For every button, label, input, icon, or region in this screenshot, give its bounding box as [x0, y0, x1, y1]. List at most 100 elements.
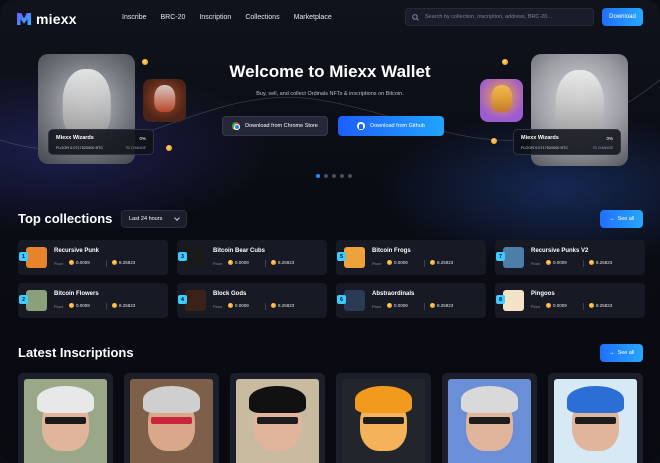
- collection-name: Recursive Punk: [54, 248, 100, 254]
- carousel-dot[interactable]: [348, 174, 352, 178]
- collection-card[interactable]: 7 Recursive Punks V2 Floor 0.0009 8.25823: [495, 240, 645, 275]
- inscription-card[interactable]: [548, 373, 643, 463]
- collection-rank-badge: 4: [178, 295, 187, 304]
- character-hair: [355, 386, 412, 414]
- hero-title: Welcome to Miexx Wallet: [229, 62, 431, 81]
- inscription-card[interactable]: [230, 373, 325, 463]
- collection-name: Abstraordinals: [372, 291, 415, 297]
- divider: [583, 303, 584, 310]
- collection-card[interactable]: 5 Bitcoin Frogs Floor 0.0009 8.25823: [336, 240, 486, 275]
- bitcoin-coin-icon: [271, 303, 276, 308]
- collection-name: Bitcoin Flowers: [54, 291, 99, 297]
- top-collections-title: Top collections: [18, 211, 113, 226]
- bitcoin-coin-icon: [112, 303, 117, 308]
- collection-name: Recursive Punks V2: [531, 248, 589, 254]
- bitcoin-coin-icon: [69, 303, 74, 308]
- inscription-image: [554, 379, 637, 463]
- floor-value: 0.0009: [228, 260, 249, 265]
- floor-label: Floor: [531, 261, 541, 266]
- collection-rank-badge: 5: [337, 252, 346, 261]
- collection-name: Bitcoin Bear Cubs: [213, 248, 266, 254]
- collection-thumbnail: [26, 290, 47, 311]
- latest-inscriptions-see-all-button[interactable]: → See all: [600, 344, 643, 362]
- bitcoin-coin-icon: [546, 303, 551, 308]
- inscription-image: [130, 379, 213, 463]
- collection-card[interactable]: 8 Pingoos Floor 0.0009 8.25823: [495, 283, 645, 318]
- inscription-card[interactable]: [336, 373, 431, 463]
- collection-thumbnail: [503, 290, 524, 311]
- collection-rank-badge: 2: [19, 295, 28, 304]
- bitcoin-coin-icon: [589, 260, 594, 265]
- collection-card[interactable]: 1 Recursive Punk Floor 0.0009 8.25823: [18, 240, 168, 275]
- collection-card[interactable]: 3 Bitcoin Bear Cubs Floor 0.0009 8.25823: [177, 240, 327, 275]
- collection-thumbnail: [503, 247, 524, 268]
- page: miexx Inscribe BRC-20 Inscription Collec…: [0, 0, 660, 463]
- inscription-card[interactable]: [442, 373, 537, 463]
- bitcoin-coin-icon: [69, 260, 74, 265]
- floor-value: 0.0009: [69, 303, 90, 308]
- floor-label: Floor: [54, 261, 64, 266]
- collection-rank-badge: 6: [337, 295, 346, 304]
- floor-label: Floor: [54, 304, 64, 309]
- collection-rank-badge: 3: [178, 252, 187, 261]
- github-icon: [357, 122, 366, 130]
- carousel-dot[interactable]: [340, 174, 344, 178]
- collection-card[interactable]: 4 Block Gods Floor 0.0009 8.25823: [177, 283, 327, 318]
- collection-card[interactable]: 2 Bitcoin Flowers Floor 0.0009 8.25823: [18, 283, 168, 318]
- collection-thumbnail: [26, 247, 47, 268]
- inscription-image: [448, 379, 531, 463]
- bitcoin-coin-icon: [387, 303, 392, 308]
- volume-value: 8.25823: [271, 260, 294, 265]
- bitcoin-coin-icon: [228, 260, 233, 265]
- collection-change: 0%: [139, 136, 146, 141]
- volume-value: 8.25823: [112, 303, 135, 308]
- floor-value: 0.0009: [228, 303, 249, 308]
- collection-change-label: 7D CHANGE: [125, 146, 146, 150]
- top-collections-see-all-button[interactable]: → See all: [600, 210, 643, 228]
- arrow-right-icon: →: [608, 216, 615, 222]
- chrome-store-button[interactable]: Download from Chrome Store: [222, 116, 328, 136]
- divider: [106, 303, 107, 310]
- hero-nft-small-left[interactable]: [143, 79, 186, 122]
- bitcoin-coin-icon: [112, 260, 117, 265]
- carousel-dot[interactable]: [324, 174, 328, 178]
- divider: [583, 260, 584, 267]
- collection-thumbnail: [344, 247, 365, 268]
- floor-value: 0.0009: [69, 260, 90, 265]
- collection-rank-badge: 1: [19, 252, 28, 261]
- floor-label: Floor: [372, 261, 382, 266]
- inscription-card[interactable]: [18, 373, 113, 463]
- divider: [265, 303, 266, 310]
- latest-inscriptions-title: Latest Inscriptions: [18, 345, 134, 360]
- divider: [265, 260, 266, 267]
- arrow-right-icon: →: [608, 350, 615, 356]
- collection-name: Miexx Wizards: [56, 135, 94, 141]
- github-download-button[interactable]: Download from Github: [338, 116, 444, 136]
- bitcoin-coin-icon: [228, 303, 233, 308]
- bitcoin-coin-icon: [166, 145, 172, 151]
- character-glasses: [362, 416, 405, 424]
- collection-card[interactable]: 6 Abstraordinals Floor 0.0009 8.25823: [336, 283, 486, 318]
- inscription-image: [342, 379, 425, 463]
- hero-subtitle: Buy, sell, and collect Ordinals NFTs & i…: [256, 91, 404, 97]
- character-hair: [37, 386, 94, 414]
- chrome-icon: [232, 122, 241, 130]
- bitcoin-coin-icon: [430, 260, 435, 265]
- character-hair: [249, 386, 306, 414]
- divider: [106, 260, 107, 267]
- volume-value: 8.25823: [589, 260, 612, 265]
- carousel-dot[interactable]: [316, 174, 320, 178]
- hero-collection-card-right[interactable]: Miexx Wizards 0% FLOOR 0.0717520000 BTC …: [513, 129, 621, 155]
- floor-label: Floor: [213, 261, 223, 266]
- inscription-card[interactable]: [124, 373, 219, 463]
- collection-thumbnail: [185, 247, 206, 268]
- collection-name: Miexx Wizards: [521, 135, 559, 141]
- floor-label: Floor: [372, 304, 382, 309]
- character-glasses: [574, 416, 617, 424]
- see-all-label: See all: [617, 350, 635, 356]
- hero-collection-card-left[interactable]: Miexx Wizards 0% FLOOR 0.0717520000 BTC …: [48, 129, 154, 155]
- carousel-dot[interactable]: [332, 174, 336, 178]
- hero-nft-small-right[interactable]: [480, 79, 523, 122]
- character-hair: [567, 386, 624, 414]
- period-select[interactable]: Last 24 hours: [121, 210, 187, 228]
